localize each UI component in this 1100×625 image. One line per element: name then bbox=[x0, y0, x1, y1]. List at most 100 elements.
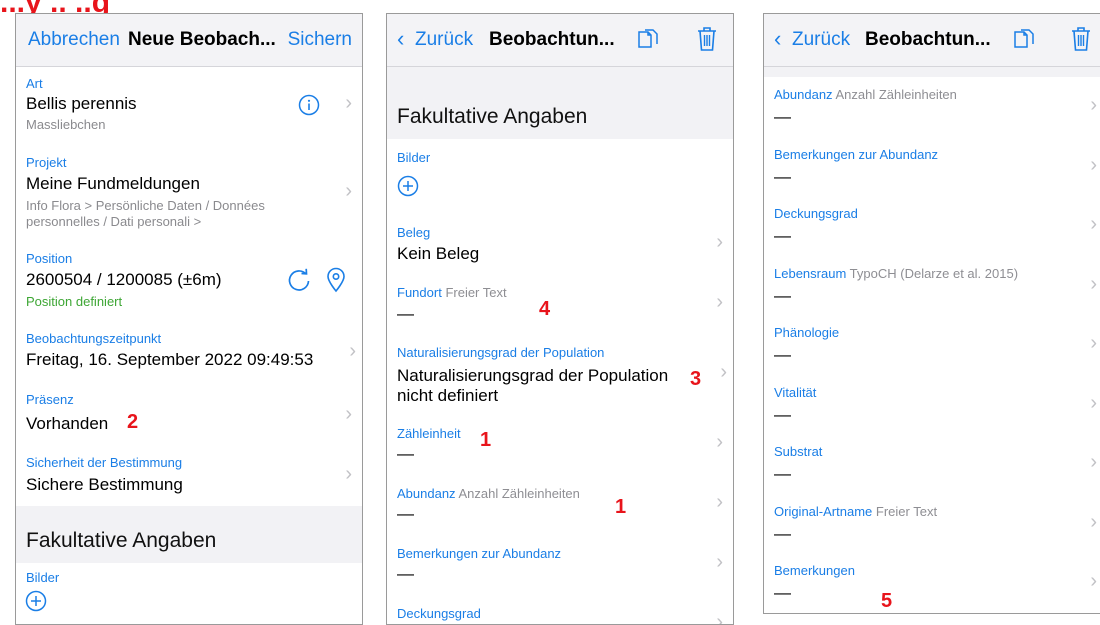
field-row[interactable]: Lebensraum TypoCH (Delarze et al. 2015) —… bbox=[764, 255, 1100, 316]
field-label: Präsenz bbox=[26, 392, 74, 407]
field-row[interactable]: Vitalität — › bbox=[764, 374, 1100, 435]
field-label: Vitalität bbox=[774, 384, 817, 400]
page-title: Beobachtun... bbox=[865, 29, 991, 50]
field-label: Substrat bbox=[774, 444, 823, 459]
field-label: Bemerkungen bbox=[774, 563, 855, 578]
field-projekt[interactable]: Projekt Meine Fundmeldungen Info Flora >… bbox=[16, 146, 362, 243]
field-value: — bbox=[397, 304, 414, 323]
field-row[interactable]: Deckungsgrad — › bbox=[764, 196, 1100, 257]
form: Abundanz Anzahl Zähleinheiten — › Bemerkung… bbox=[764, 67, 1100, 613]
field-label: Zähleinheit bbox=[397, 426, 461, 441]
field-label: Beobachtungszeitpunkt bbox=[26, 331, 162, 346]
field-value: Vorhanden bbox=[26, 414, 109, 433]
field-row[interactable]: Bemerkungen — › bbox=[764, 553, 1100, 613]
section-header: Fakultative Angaben bbox=[16, 506, 362, 564]
field-bilder[interactable]: Bilder bbox=[387, 139, 733, 215]
field-naturalisierungsgrad[interactable]: Naturalisierungsgrad der Population Natu… bbox=[387, 334, 733, 415]
field-row[interactable]: Abundanz Anzahl Zähleinheiten — › bbox=[764, 77, 1100, 138]
field-value: — bbox=[397, 504, 414, 523]
chevron-right-icon: › bbox=[1090, 332, 1097, 354]
add-circle-icon[interactable] bbox=[397, 175, 419, 197]
field-label: Lebensraum TypoCH (Delarze et al. 2015) bbox=[774, 265, 1019, 281]
field-zaehleinheit[interactable]: Zähleinheit — 1 › bbox=[387, 414, 733, 475]
field-sicherheit[interactable]: Sicherheit der Bestimmung Sichere Bestim… bbox=[16, 446, 362, 507]
field-label: Original-Artname Freier Text bbox=[774, 503, 938, 519]
position-status: Position definiert bbox=[26, 294, 123, 309]
chevron-right-icon: › bbox=[716, 491, 723, 513]
refresh-icon[interactable] bbox=[286, 267, 312, 293]
field-value: — bbox=[774, 166, 791, 186]
field-praesenz[interactable]: Präsenz Vorhanden 2 › bbox=[16, 385, 362, 447]
page-title: Beobachtun... bbox=[489, 29, 615, 50]
chevron-right-icon: › bbox=[716, 231, 723, 253]
field-value: Freitag, 16. September 2022 09:49:53 bbox=[26, 350, 314, 369]
annotation-marker: 4 bbox=[539, 298, 551, 320]
field-label: Fundort Freier Text bbox=[397, 285, 507, 300]
field-label: Position bbox=[26, 251, 73, 266]
field-position[interactable]: Position 2600504 / 1200085 (±6m) Positio… bbox=[16, 242, 362, 323]
trash-icon[interactable] bbox=[1070, 26, 1092, 52]
field-row[interactable]: Substrat — › bbox=[764, 434, 1100, 495]
field-label: Bilder bbox=[26, 570, 60, 585]
field-value: 2600504 / 1200085 (±6m) bbox=[26, 270, 222, 289]
chevron-left-icon[interactable]: ‹ bbox=[774, 28, 781, 50]
field-label: Phänologie bbox=[774, 325, 840, 340]
screen-observation-detail: ‹ Zurück Beobachtun... Fakultative Angab… bbox=[386, 13, 734, 625]
chevron-right-icon: › bbox=[1090, 451, 1097, 473]
chevron-right-icon: › bbox=[1090, 94, 1097, 116]
field-value: — bbox=[774, 464, 791, 483]
back-button[interactable]: Zurück bbox=[792, 29, 850, 51]
field-row[interactable]: Phänologie — › bbox=[764, 315, 1100, 376]
field-beobachtungszeitpunkt[interactable]: Beobachtungszeitpunkt Freitag, 16. Septe… bbox=[16, 322, 362, 386]
field-value-continued: nicht definiert bbox=[397, 386, 499, 405]
chevron-right-icon: › bbox=[1090, 153, 1097, 176]
field-row[interactable]: Original-Artname Freier Text — › bbox=[764, 493, 1100, 554]
chevron-right-icon: › bbox=[1090, 570, 1097, 592]
form: Fakultative Angaben Bilder Beleg Kein Be… bbox=[387, 67, 733, 624]
field-abundanz[interactable]: Abundanz Anzahl Zähleinheiten — 1 › bbox=[387, 474, 733, 535]
project-path: Info Flora > Persönliche Daten / Données bbox=[26, 198, 265, 213]
chevron-right-icon: › bbox=[345, 92, 352, 114]
field-value: — bbox=[774, 285, 791, 305]
page-title: Neue Beobach... bbox=[128, 29, 276, 50]
chevron-right-icon: › bbox=[1090, 391, 1097, 414]
field-value: — bbox=[397, 564, 414, 583]
field-label: Bemerkungen zur Abundanz bbox=[774, 146, 939, 162]
field-label: Abundanz Anzahl Zähleinheiten bbox=[774, 87, 957, 102]
project-path-continued: personnelles / Dati personali > bbox=[26, 214, 202, 229]
save-button[interactable]: Sichern bbox=[288, 29, 352, 51]
chevron-right-icon: › bbox=[349, 340, 356, 362]
field-value: — bbox=[774, 345, 791, 364]
field-label: Deckungsgrad bbox=[774, 206, 858, 221]
navigation-bar: Abbrechen Neue Beobach... Sichern bbox=[16, 14, 362, 67]
field-value: Bellis perennis bbox=[26, 94, 137, 113]
field-bemerkungen-abundanz[interactable]: Bemerkungen zur Abundanz — › bbox=[387, 534, 733, 595]
annotation-marker: 1 bbox=[615, 496, 627, 518]
annotation-marker: 3 bbox=[690, 368, 702, 390]
location-pin-icon[interactable] bbox=[326, 267, 346, 293]
back-button[interactable]: Zurück bbox=[415, 29, 473, 51]
copy-icon[interactable] bbox=[637, 28, 659, 52]
field-value: Naturalisierungsgrad der Population bbox=[397, 366, 669, 385]
field-art[interactable]: Art Bellis perennis Massliebchen › bbox=[16, 67, 362, 147]
trash-icon[interactable] bbox=[696, 26, 718, 52]
info-icon[interactable] bbox=[298, 94, 320, 116]
field-label: Beleg bbox=[397, 225, 431, 240]
field-beleg[interactable]: Beleg Kein Beleg › bbox=[387, 214, 733, 275]
chevron-right-icon: › bbox=[720, 361, 727, 383]
field-label: Projekt bbox=[26, 155, 67, 170]
field-row[interactable]: Bemerkungen zur Abundanz — › bbox=[764, 136, 1100, 197]
chevron-left-icon[interactable]: ‹ bbox=[397, 28, 404, 50]
field-value: — bbox=[774, 107, 791, 126]
annotation-marker: 1 bbox=[480, 429, 492, 451]
field-bilder[interactable]: Bilder bbox=[16, 563, 362, 624]
chevron-right-icon: › bbox=[1090, 510, 1097, 533]
add-circle-icon[interactable] bbox=[25, 590, 47, 612]
chevron-right-icon: › bbox=[1090, 213, 1097, 235]
common-name: Massliebchen bbox=[26, 117, 106, 132]
copy-icon[interactable] bbox=[1013, 28, 1035, 52]
cancel-button[interactable]: Abbrechen bbox=[28, 29, 120, 51]
field-fundort[interactable]: Fundort Freier Text — 4 › bbox=[387, 274, 733, 335]
chevron-right-icon: › bbox=[345, 403, 352, 425]
chevron-right-icon: › bbox=[345, 180, 352, 202]
